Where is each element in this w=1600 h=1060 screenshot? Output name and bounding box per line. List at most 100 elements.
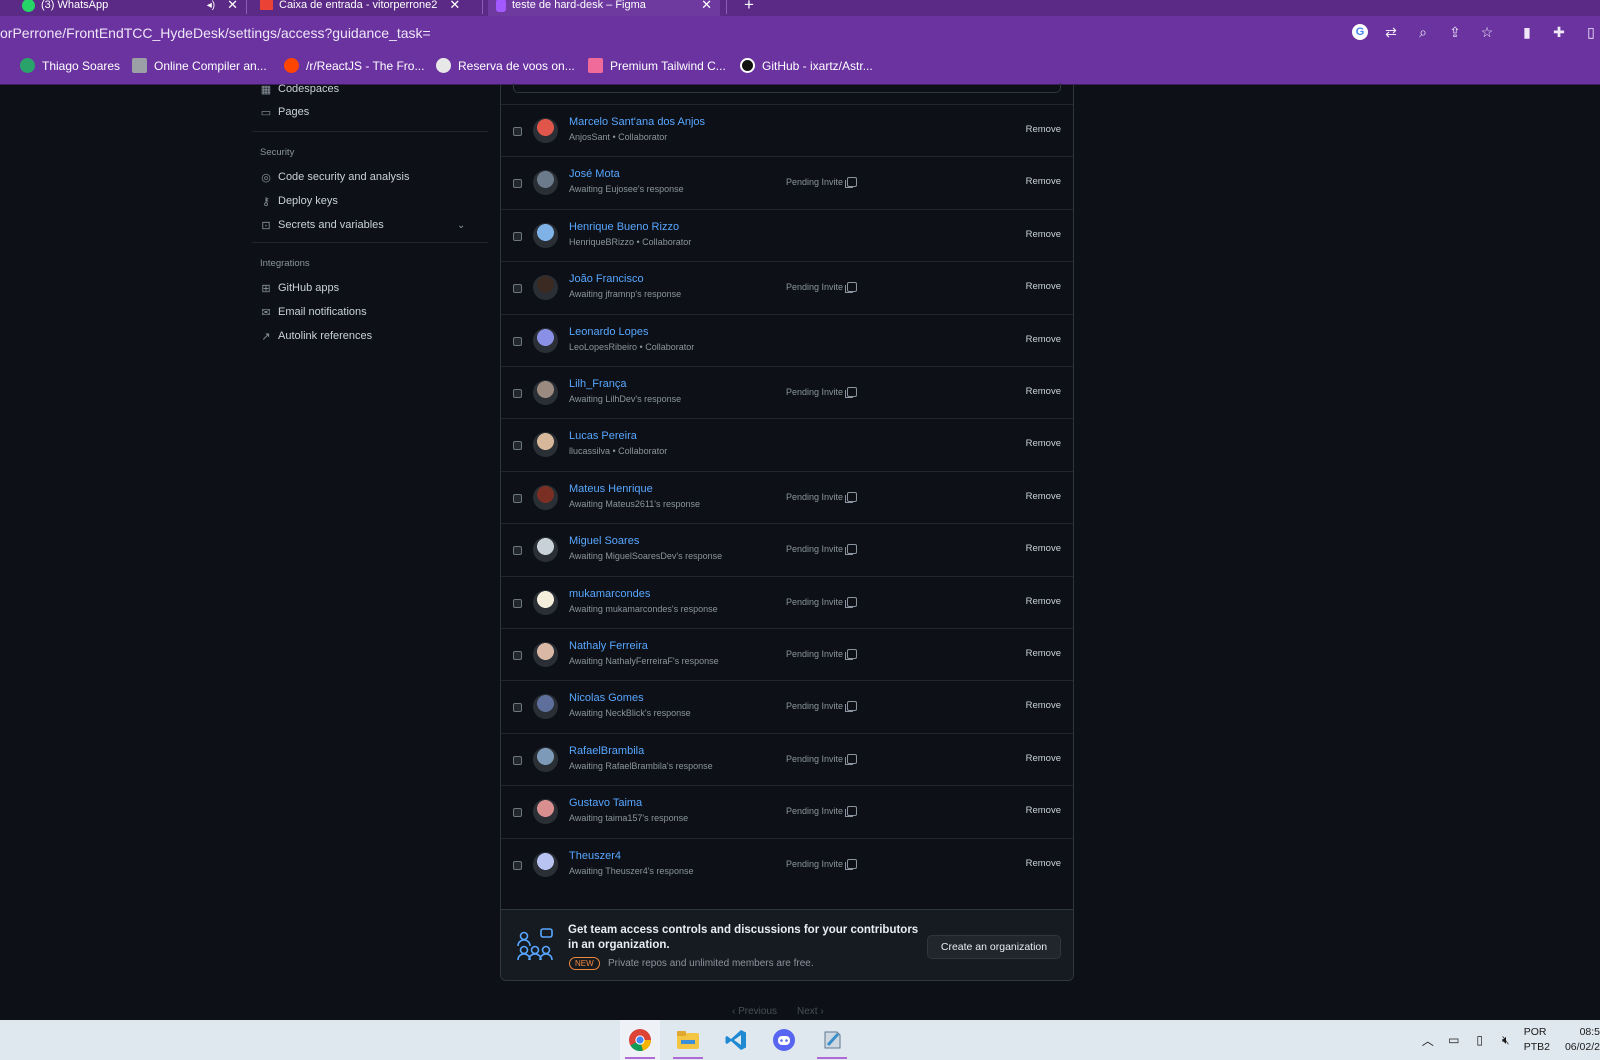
- close-icon[interactable]: ✕: [449, 0, 460, 13]
- network-icon[interactable]: ▭: [1446, 1032, 1462, 1048]
- vscode-icon[interactable]: [716, 1020, 756, 1060]
- remove-button[interactable]: Remove: [1026, 438, 1061, 449]
- collaborator-name-link[interactable]: Nicolas Gomes: [569, 692, 644, 704]
- select-checkbox[interactable]: [513, 441, 522, 451]
- select-checkbox[interactable]: [513, 336, 522, 346]
- select-checkbox[interactable]: [513, 651, 522, 660]
- collaborator-name-link[interactable]: Theuszer4: [569, 850, 621, 862]
- select-checkbox[interactable]: [513, 860, 522, 870]
- collaborator-name-link[interactable]: Marcelo Sant'ana dos Anjos: [569, 116, 705, 128]
- remove-button[interactable]: Remove: [1026, 805, 1061, 816]
- chrome-icon[interactable]: [620, 1020, 660, 1060]
- remove-button[interactable]: Remove: [1026, 491, 1061, 502]
- select-checkbox[interactable]: [513, 284, 522, 294]
- copy-icon[interactable]: [845, 544, 858, 556]
- remove-button[interactable]: Remove: [1026, 648, 1061, 659]
- select-checkbox[interactable]: [513, 755, 522, 765]
- remove-button[interactable]: Remove: [1026, 596, 1061, 607]
- copy-icon[interactable]: [845, 387, 858, 398]
- select-checkbox[interactable]: [513, 546, 522, 556]
- chevron-up-icon[interactable]: ︿: [1420, 1032, 1436, 1048]
- copy-icon[interactable]: [845, 806, 858, 818]
- remove-button[interactable]: Remove: [1026, 229, 1061, 240]
- collaborator-name-link[interactable]: mukamarcondes: [569, 588, 650, 600]
- remove-button[interactable]: Remove: [1026, 543, 1061, 554]
- collaborator-name-link[interactable]: Nathaly Ferreira: [569, 640, 648, 652]
- bookmark-online-compiler[interactable]: Online Compiler an...: [132, 58, 267, 73]
- close-icon[interactable]: ✕: [701, 0, 712, 13]
- remove-button[interactable]: Remove: [1026, 124, 1061, 135]
- side-panel-icon[interactable]: ▯: [1582, 23, 1600, 41]
- remove-button[interactable]: Remove: [1026, 858, 1061, 869]
- sidebar-item-code-security[interactable]: ◎ Code security and analysis: [260, 171, 409, 184]
- tab-figma[interactable]: teste de hard-desk – Figma ✕: [488, 0, 720, 16]
- chevron-down-icon[interactable]: ⌄: [457, 220, 465, 231]
- select-checkbox[interactable]: [513, 389, 522, 398]
- copy-icon[interactable]: [845, 282, 858, 294]
- sidebar-item-secrets[interactable]: ⊡ Secrets and variables: [260, 219, 383, 232]
- next-page-button[interactable]: Next ›: [797, 1006, 824, 1017]
- collaborator-name-link[interactable]: Gustavo Taima: [569, 797, 642, 809]
- google-icon[interactable]: G: [1352, 24, 1368, 40]
- discord-icon[interactable]: [764, 1020, 804, 1060]
- select-checkbox[interactable]: [513, 808, 522, 818]
- close-icon[interactable]: ✕: [227, 0, 238, 13]
- collaborator-name-link[interactable]: Leonardo Lopes: [569, 326, 649, 338]
- copy-icon[interactable]: [845, 701, 858, 713]
- sidebar-item-github-apps[interactable]: ⊞ GitHub apps: [260, 282, 339, 295]
- remove-button[interactable]: Remove: [1026, 281, 1061, 292]
- bookmark-star-icon[interactable]: ☆: [1478, 23, 1496, 41]
- bookmark-reactjs[interactable]: /r/ReactJS - The Fro...: [284, 58, 424, 73]
- file-explorer-icon[interactable]: [668, 1020, 708, 1060]
- extension-book-icon[interactable]: ▮: [1518, 23, 1536, 41]
- copy-icon[interactable]: [845, 177, 858, 189]
- select-checkbox[interactable]: [513, 231, 522, 241]
- copy-icon[interactable]: [845, 753, 858, 765]
- collaborator-name-link[interactable]: Lilh_França: [569, 378, 626, 390]
- new-tab-icon[interactable]: +: [744, 0, 754, 15]
- remove-button[interactable]: Remove: [1026, 386, 1061, 397]
- select-checkbox[interactable]: [513, 598, 522, 608]
- bookmark-thiago-soares[interactable]: Thiago Soares: [20, 58, 120, 73]
- bookmark-premium-tailwind[interactable]: Premium Tailwind C...: [588, 58, 726, 73]
- tab-gmail[interactable]: Caixa de entrada - vitorperrone2 ✕: [252, 0, 480, 16]
- sidebar-item-codespaces[interactable]: ▦ Codespaces: [260, 83, 339, 96]
- sidebar-item-email-notifications[interactable]: ✉ Email notifications: [260, 306, 366, 319]
- collaborator-name-link[interactable]: RafaelBrambila: [569, 745, 644, 757]
- copy-icon[interactable]: [845, 491, 858, 503]
- zoom-icon[interactable]: ⌕: [1414, 23, 1432, 41]
- volume-muted-icon[interactable]: 🔇︎: [1498, 1032, 1514, 1048]
- select-checkbox[interactable]: [513, 703, 522, 713]
- copy-icon[interactable]: [845, 596, 858, 608]
- collaborator-name-link[interactable]: Mateus Henrique: [569, 483, 653, 495]
- mute-icon[interactable]: ◂): [207, 0, 215, 11]
- remove-button[interactable]: Remove: [1026, 753, 1061, 764]
- copy-icon[interactable]: [845, 649, 858, 660]
- sidebar-item-deploy-keys[interactable]: ⚷ Deploy keys: [260, 195, 338, 208]
- collaborator-name-link[interactable]: Henrique Bueno Rizzo: [569, 221, 679, 233]
- input-language[interactable]: POR PTB2: [1524, 1025, 1550, 1055]
- collaborator-name-link[interactable]: Miguel Soares: [569, 535, 639, 547]
- puzzle-icon[interactable]: ✚: [1550, 23, 1568, 41]
- collaborator-name-link[interactable]: Lucas Pereira: [569, 430, 637, 442]
- collaborator-name-link[interactable]: João Francisco: [569, 273, 644, 285]
- url-input[interactable]: orPerrone/FrontEndTCC_HydeDesk/settings/…: [0, 25, 431, 41]
- remove-button[interactable]: Remove: [1026, 334, 1061, 345]
- copy-icon[interactable]: [845, 858, 858, 870]
- bookmark-github-astro[interactable]: GitHub - ixartz/Astr...: [740, 58, 873, 73]
- collaborator-search-input[interactable]: [513, 83, 1061, 93]
- remove-button[interactable]: Remove: [1026, 176, 1061, 187]
- bookmark-reserva-voos[interactable]: Reserva de voos on...: [436, 58, 575, 73]
- tab-whatsapp[interactable]: (3) WhatsApp ◂) ✕: [14, 0, 246, 16]
- previous-page-button[interactable]: ‹ Previous: [732, 1006, 777, 1017]
- sidebar-item-pages[interactable]: ▭ Pages: [260, 106, 309, 119]
- collaborator-name-link[interactable]: José Mota: [569, 168, 620, 180]
- clock[interactable]: 08:5 06/02/2: [1560, 1025, 1600, 1055]
- battery-icon[interactable]: ▯: [1472, 1032, 1488, 1048]
- translate-icon[interactable]: ⇄: [1382, 23, 1400, 41]
- share-icon[interactable]: ⇪: [1446, 23, 1464, 41]
- notepad-icon[interactable]: [812, 1020, 852, 1060]
- sidebar-item-autolink[interactable]: ↗ Autolink references: [260, 330, 372, 343]
- create-organization-button[interactable]: Create an organization: [927, 935, 1061, 959]
- select-checkbox[interactable]: [513, 493, 522, 503]
